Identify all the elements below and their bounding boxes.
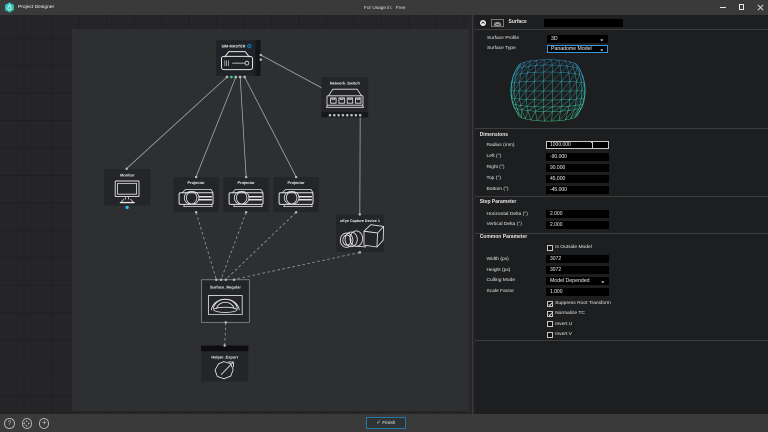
svg-text:Projector: Projector bbox=[288, 180, 306, 185]
svg-text:Projector: Projector bbox=[238, 180, 256, 185]
svg-text:uEye Capture Device 1: uEye Capture Device 1 bbox=[340, 219, 380, 223]
svg-text:Monitor: Monitor bbox=[120, 172, 135, 177]
svg-text:Projector: Projector bbox=[188, 180, 206, 185]
svg-text:Network_Switch: Network_Switch bbox=[330, 81, 361, 86]
svg-text:Helper_Export: Helper_Export bbox=[211, 354, 238, 359]
svg-text:Surface_Regular: Surface_Regular bbox=[210, 285, 241, 290]
svg-text:SIM-MASTER: SIM-MASTER bbox=[221, 44, 245, 48]
